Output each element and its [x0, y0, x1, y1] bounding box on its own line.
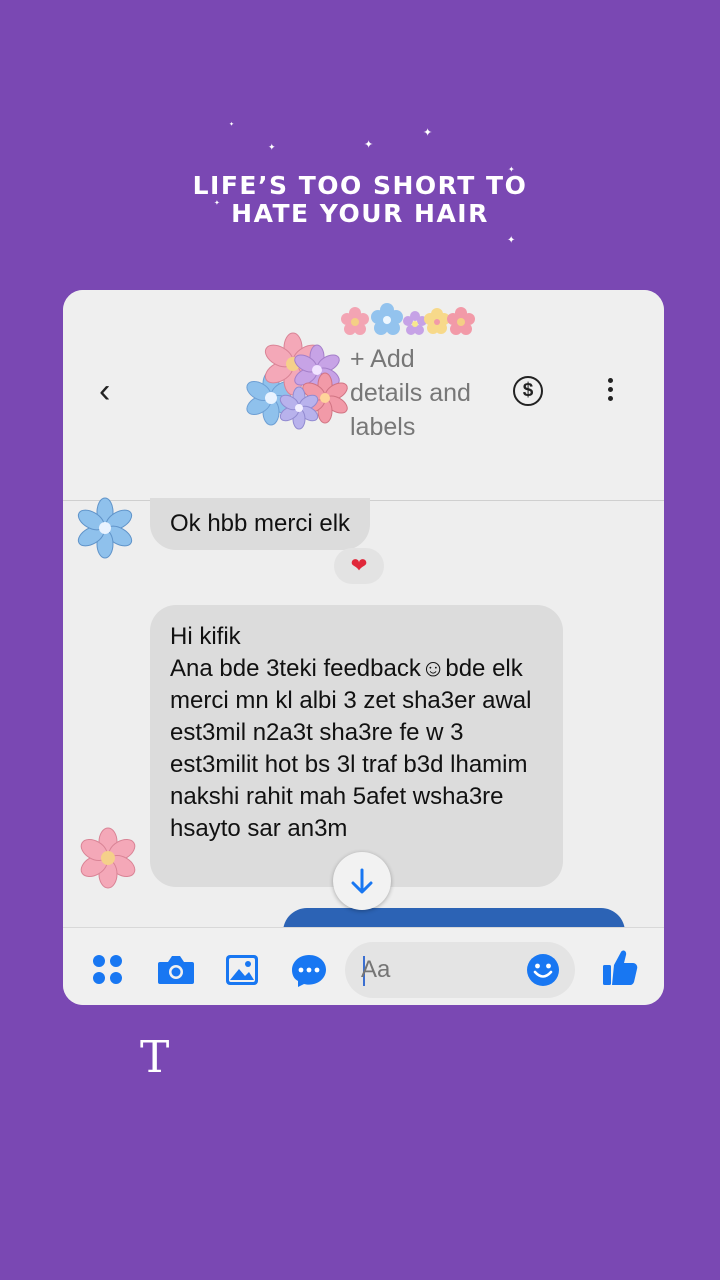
message-bubble[interactable]: Hi kifik Ana bde 3teki feedback☺bde elk … — [150, 605, 563, 887]
more-vertical-icon[interactable] — [608, 378, 613, 405]
sparkle-icon: ✦ — [507, 235, 516, 246]
flower-crown-icon — [341, 303, 475, 335]
message-bubble[interactable]: Ok hbb merci elk — [150, 498, 371, 550]
sparkle-icon: ✦ — [423, 127, 433, 139]
sparkle-icon: ✦ — [364, 139, 374, 151]
thumbs-up-icon[interactable] — [601, 948, 639, 988]
watermark-letter: T — [140, 1032, 170, 1083]
sparkle-icon: ✦ — [268, 142, 276, 152]
headline: LIFE’S TOO SHORT TO HATE YOUR HAIR — [0, 172, 720, 228]
messenger-screenshot-card: ‹ + Add details and labels $ Ok hbb merc… — [63, 290, 664, 1005]
headline-line-2: HATE YOUR HAIR — [231, 199, 489, 228]
chevron-left-icon[interactable]: ‹ — [99, 374, 110, 408]
message-input[interactable] — [361, 954, 511, 986]
dollar-circle-icon[interactable]: $ — [513, 376, 543, 406]
scroll-down-button[interactable] — [333, 852, 391, 910]
contact-avatar — [80, 827, 136, 889]
chat-header: ‹ + Add details and labels $ — [63, 290, 664, 501]
heart-reaction[interactable]: ❤ — [334, 548, 384, 584]
gallery-icon[interactable] — [224, 953, 260, 987]
message-input-pill[interactable] — [345, 942, 575, 998]
contact-avatar — [77, 497, 133, 559]
add-details-link[interactable]: + Add details and labels — [350, 342, 490, 444]
camera-icon[interactable] — [156, 952, 196, 988]
headline-line-1: LIFE’S TOO SHORT TO — [192, 171, 528, 200]
sparkle-icon: ✦ — [229, 122, 235, 128]
arrow-down-icon — [351, 868, 373, 894]
apps-icon[interactable] — [91, 953, 129, 991]
message-composer — [63, 927, 664, 1005]
chat-bubble-icon[interactable] — [290, 952, 328, 990]
emoji-icon[interactable] — [526, 953, 560, 987]
